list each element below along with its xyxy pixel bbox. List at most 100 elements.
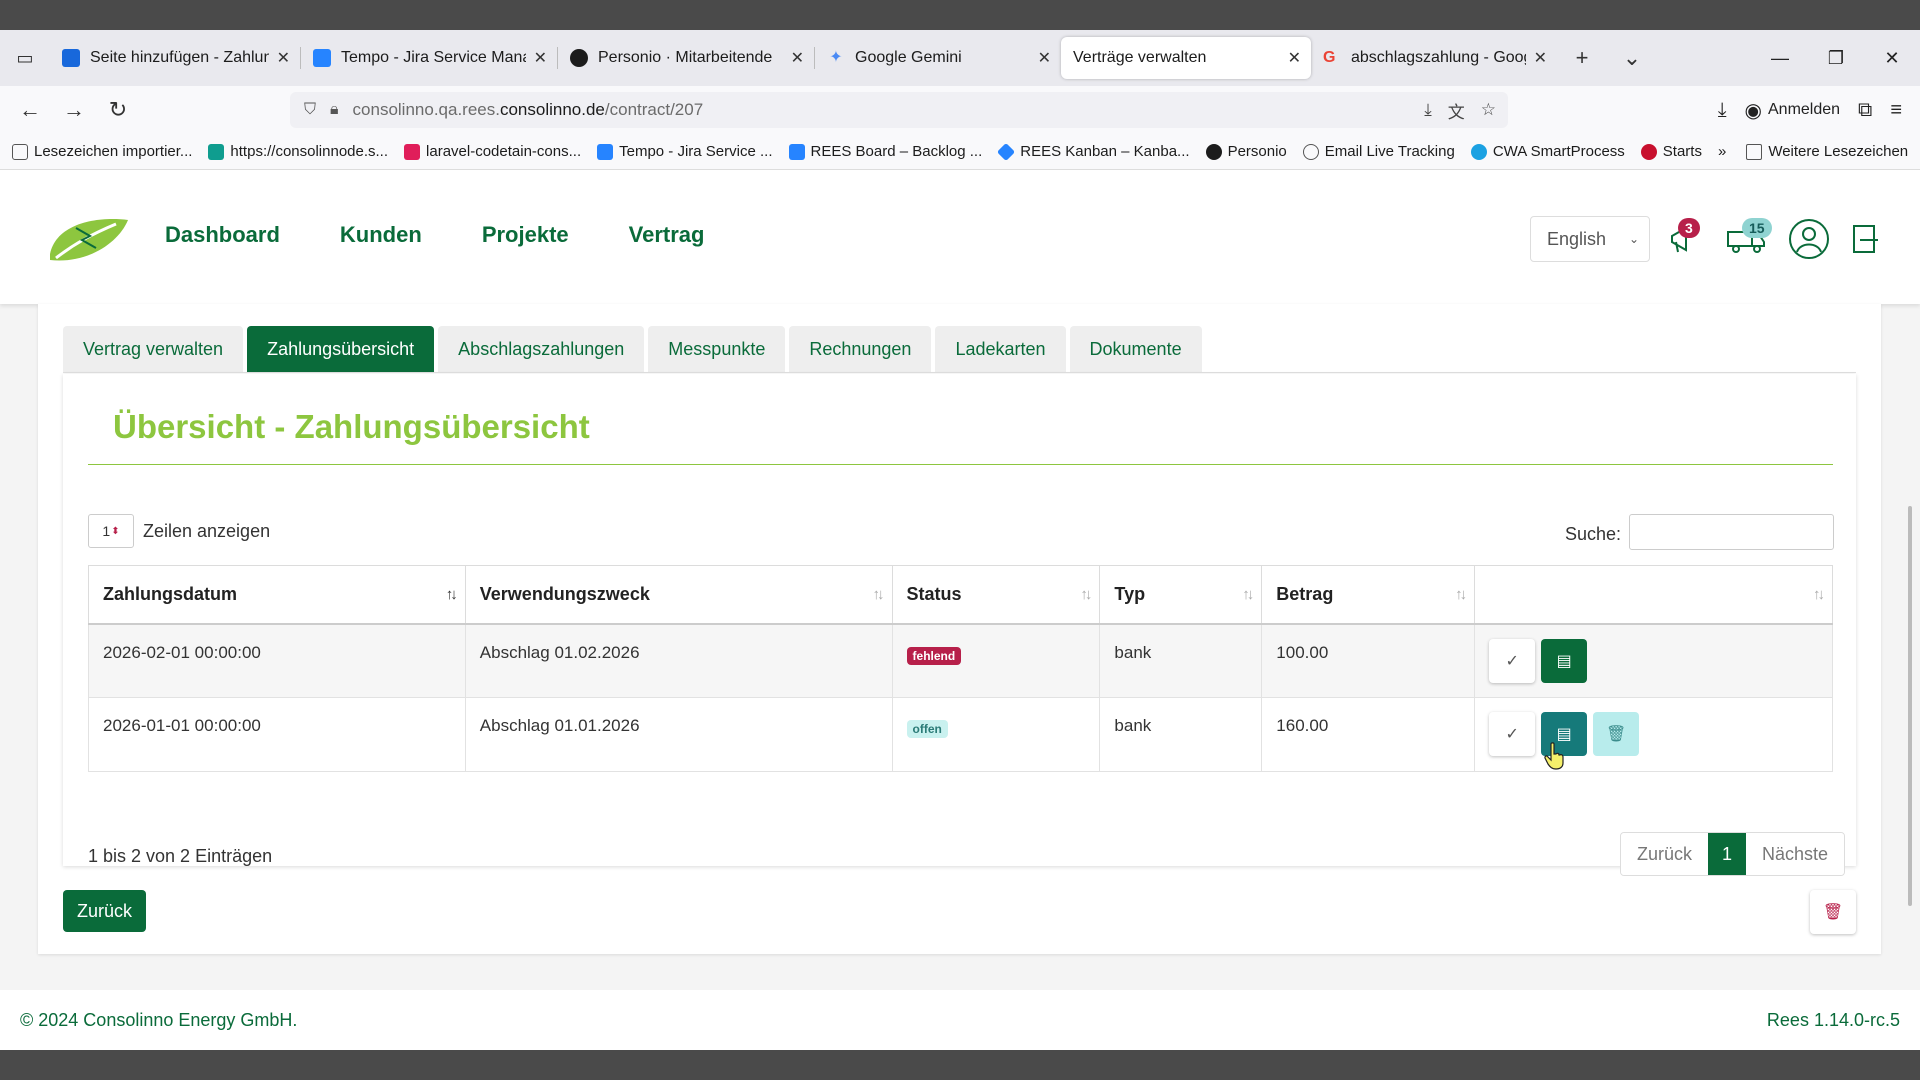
bookmark-item[interactable]: Personio (1205, 143, 1287, 160)
tab-vertrag-verwalten[interactable]: Vertrag verwalten (63, 326, 244, 372)
forward-arrow-icon[interactable]: → (52, 97, 96, 123)
browser-tab-3[interactable]: Personio · Mitarbeitende ✕ (558, 37, 814, 79)
table-info: 1 bis 2 von 2 Einträgen (88, 846, 273, 866)
menu-icon[interactable]: ≡ (1890, 99, 1902, 122)
bookmark-star-icon[interactable]: ☆ (1481, 100, 1496, 120)
pagination-next[interactable]: Nächste (1746, 833, 1845, 875)
nav-kunden[interactable]: Kunden (340, 222, 422, 248)
bookmark-item[interactable]: Tempo - Jira Service ... (597, 143, 773, 160)
jira-icon (597, 143, 614, 160)
jira-diamond-icon (997, 142, 1016, 161)
tab-list-icon[interactable]: ▭ (0, 30, 50, 86)
sharepoint-icon (208, 143, 225, 160)
mark-paid-button[interactable]: ✓ (1489, 712, 1536, 756)
consolinno-logo[interactable] (46, 214, 130, 266)
translate-icon[interactable]: 文 (1448, 98, 1465, 123)
new-tab-icon[interactable]: + (1557, 45, 1607, 71)
cell-type: bank (1099, 623, 1263, 698)
shield-icon[interactable]: ⛉ (304, 101, 316, 119)
close-icon[interactable]: ✕ (791, 48, 804, 68)
signin-label: Anmelden (1768, 101, 1841, 118)
browser-tab-5-active[interactable]: Verträge verwalten ✕ (1061, 37, 1311, 79)
bookmark-item[interactable]: laravel-codetain-cons... (404, 143, 581, 160)
chevron-down-icon: ⌄ (1628, 232, 1639, 246)
user-profile-icon[interactable] (1788, 218, 1830, 260)
back-arrow-icon[interactable]: ← (8, 97, 52, 123)
bookmark-item[interactable]: Email Live Tracking (1302, 143, 1455, 160)
column-header-typ[interactable]: Typ ↑↓ (1099, 565, 1263, 625)
tab-abschlagszahlungen[interactable]: Abschlagszahlungen (438, 326, 645, 372)
reload-icon[interactable]: ↻ (96, 97, 140, 123)
tab-overflow-chevron-icon[interactable]: ⌄ (1607, 45, 1657, 71)
cell-actions: ✓ ▤ 🗑︎ (1474, 697, 1833, 772)
nav-dashboard[interactable]: Dashboard (165, 222, 280, 248)
jira-icon (313, 49, 331, 67)
search-input[interactable] (1629, 514, 1834, 550)
rows-per-page-select[interactable]: 1 ⬍ (88, 514, 134, 548)
bookmark-item[interactable]: CWA SmartProcess (1470, 143, 1625, 160)
browser-tab-6[interactable]: G abschlagszahlung - Google ✕ (1311, 37, 1557, 79)
column-header-actions[interactable]: ↑↓ (1474, 565, 1833, 625)
restore-icon[interactable]: ❐ (1808, 30, 1864, 86)
column-header-zahlungsdatum[interactable]: Zahlungsdatum ↑↓ (88, 565, 466, 625)
browser-tab-1[interactable]: Seite hinzufügen - Zahlungs ✕ (50, 37, 300, 79)
tab-rechnungen[interactable]: Rechnungen (789, 326, 932, 372)
bookmark-item[interactable]: REES Board – Backlog ... (788, 143, 982, 160)
bookmark-item[interactable]: Starts (1640, 143, 1702, 160)
bookmark-item[interactable]: Lesezeichen importier... (12, 143, 192, 160)
bookmarks-overflow-icon[interactable]: » (1718, 143, 1726, 160)
install-app-icon[interactable]: ⤓ (1424, 100, 1432, 120)
downloads-icon[interactable]: ⤓ (1718, 99, 1727, 122)
bookmark-item[interactable]: REES Kanban – Kanba... (997, 142, 1190, 161)
sort-arrows-icon: ⬍ (111, 525, 120, 537)
nav-vertrag[interactable]: Vertrag (629, 222, 705, 248)
tab-dokumente[interactable]: Dokumente (1069, 326, 1202, 372)
document-icon: ▤ (1556, 652, 1572, 670)
browser-tab-4[interactable]: ✦ Google Gemini ✕ (815, 37, 1061, 79)
sort-icon: ↑↓ (1242, 586, 1254, 603)
sort-icon: ↑↓ (1080, 586, 1092, 603)
app-viewport: Dashboard Kunden Projekte Vertrag Englis… (0, 170, 1920, 1050)
delete-row-button[interactable]: 🗑︎ (1593, 712, 1640, 756)
header-label: Status (906, 583, 962, 604)
bookmark-folder[interactable]: Weitere Lesezeichen (1746, 143, 1908, 160)
window-close-icon[interactable]: ✕ (1864, 30, 1920, 86)
nav-projekte[interactable]: Projekte (482, 222, 569, 248)
app-header: Dashboard Kunden Projekte Vertrag Englis… (0, 170, 1920, 304)
bookmark-label: Email Live Tracking (1324, 143, 1455, 160)
browser-tab-title: Google Gemini (855, 49, 962, 66)
close-icon[interactable]: ✕ (277, 48, 290, 68)
extensions-icon[interactable]: ⧉ (1858, 99, 1872, 122)
column-header-status[interactable]: Status ↑↓ (891, 565, 1101, 625)
pagination-page-current[interactable]: 1 (1708, 833, 1747, 875)
minimize-icon[interactable]: — (1752, 30, 1808, 86)
table-row: 2026-01-01 00:00:00 Abschlag 01.01.2026 … (88, 697, 1833, 772)
page-scrollbar[interactable] (1906, 306, 1916, 978)
tab-messpunkte[interactable]: Messpunkte (648, 326, 786, 372)
column-header-verwendungszweck[interactable]: Verwendungszweck ↑↓ (464, 565, 893, 625)
close-icon[interactable]: ✕ (1534, 48, 1547, 68)
document-button[interactable]: ▤ (1541, 638, 1588, 683)
browser-tab-2[interactable]: Tempo - Jira Service Manag ✕ (301, 37, 557, 79)
language-select[interactable]: English ⌄ (1530, 216, 1650, 262)
close-icon[interactable]: ✕ (534, 48, 547, 68)
scrollbar-thumb[interactable] (1908, 506, 1912, 906)
browser-tab-title: Seite hinzufügen - Zahlungs (90, 49, 269, 66)
tab-ladekarten[interactable]: Ladekarten (935, 326, 1066, 372)
column-header-betrag[interactable]: Betrag ↑↓ (1261, 565, 1476, 625)
bookmark-item[interactable]: https://consolinnode.s... (208, 143, 388, 160)
url-bar[interactable]: ⛉ 🔒︎ consolinno.qa.rees. consolinno.de/co… (290, 92, 1508, 128)
tab-zahlungsuebersicht[interactable]: Zahlungsübersicht (247, 326, 435, 372)
cell-date: 2026-01-01 00:00:00 (88, 697, 466, 772)
mark-paid-button[interactable]: ✓ (1489, 638, 1536, 683)
pagination-prev[interactable]: Zurück (1621, 833, 1709, 875)
folder-icon (1746, 143, 1763, 160)
close-icon[interactable]: ✕ (1288, 48, 1301, 68)
lock-icon[interactable]: 🔒︎ (330, 101, 339, 119)
signin-button[interactable]: ◉ Anmelden (1745, 98, 1841, 123)
notifications-badge: 3 (1678, 218, 1700, 238)
back-button[interactable]: Zurück (63, 890, 147, 932)
delete-contract-button[interactable]: 🗑︎ (1810, 890, 1856, 934)
close-icon[interactable]: ✕ (1038, 48, 1051, 68)
logout-icon[interactable] (1850, 222, 1880, 256)
